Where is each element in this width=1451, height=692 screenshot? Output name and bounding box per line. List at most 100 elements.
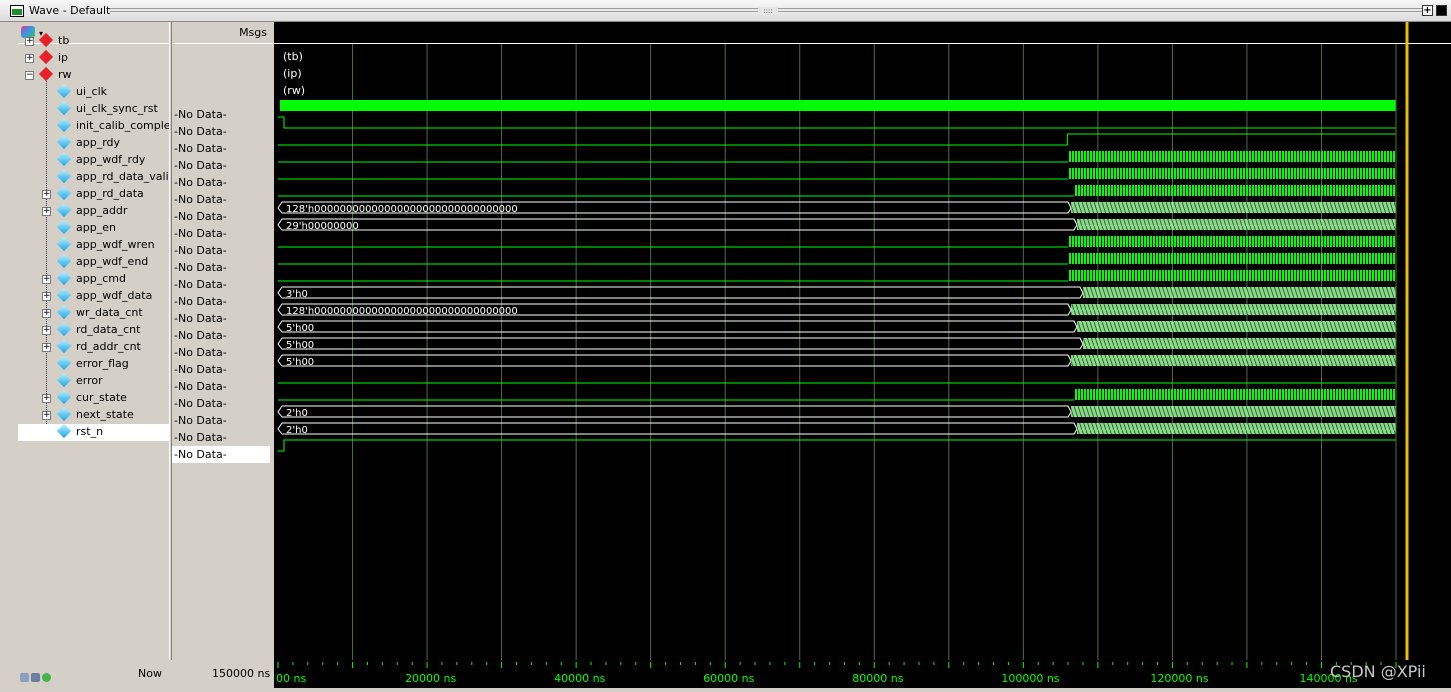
wave-wr_data_cnt[interactable]: 5'h00 bbox=[277, 320, 1396, 334]
cursor-icon[interactable] bbox=[20, 673, 29, 682]
expand-toggle-icon[interactable]: + bbox=[42, 292, 51, 301]
signal-row[interactable]: + cur_state bbox=[18, 389, 169, 407]
signal-row[interactable]: + rd_addr_cnt bbox=[18, 338, 169, 356]
left-gutter bbox=[0, 22, 18, 688]
wave-app_cmd[interactable]: 3'h0 bbox=[277, 286, 1396, 300]
expand-toggle-icon[interactable]: + bbox=[42, 309, 51, 318]
signal-icon bbox=[56, 117, 72, 133]
wave-rst_n[interactable] bbox=[278, 439, 1396, 452]
signal-row[interactable]: + wr_data_cnt bbox=[18, 304, 169, 322]
wave-ui_clk_sync_rst[interactable] bbox=[278, 116, 1396, 129]
signal-name: app_addr bbox=[76, 204, 128, 217]
ruler-label: 40000 ns bbox=[554, 672, 605, 685]
signal-row[interactable]: app_rd_data_valid bbox=[18, 168, 170, 186]
signal-name: app_rd_data_valid bbox=[76, 170, 170, 183]
group-row-tb[interactable]: + tb bbox=[18, 32, 169, 50]
wave-cur_state[interactable]: 2'h0 bbox=[277, 405, 1396, 419]
expand-toggle-icon[interactable]: + bbox=[42, 326, 51, 335]
signal-row[interactable]: ui_clk bbox=[18, 83, 169, 101]
bus-value: 2'h0 bbox=[286, 408, 308, 419]
dock-icon[interactable] bbox=[1436, 5, 1447, 16]
wave-app_wdf_end[interactable] bbox=[278, 270, 1396, 282]
wave-rd_addr_cnt[interactable]: 5'h00 bbox=[277, 354, 1396, 368]
signal-row[interactable]: app_wdf_rdy bbox=[18, 151, 169, 169]
ruler-label: 120000 ns bbox=[1150, 672, 1208, 685]
signal-row[interactable]: error_flag bbox=[18, 355, 169, 373]
expand-toggle-icon[interactable]: + bbox=[25, 54, 34, 63]
expand-toggle-icon[interactable]: + bbox=[42, 411, 51, 420]
signal-row[interactable]: init_calib_complete bbox=[18, 117, 169, 135]
instance-icon bbox=[38, 49, 54, 65]
wave-ui_clk[interactable] bbox=[280, 100, 1396, 111]
signal-row[interactable]: app_en bbox=[18, 219, 169, 237]
group-row-rw[interactable]: − rw bbox=[18, 66, 169, 84]
signal-icon bbox=[56, 151, 72, 167]
bus-value: 29'h00000000 bbox=[286, 221, 359, 232]
wave-init_calib_complete[interactable] bbox=[278, 133, 1396, 146]
signal-row[interactable]: + app_rd_data bbox=[18, 185, 169, 203]
signal-msg: -No Data- bbox=[174, 278, 227, 291]
bus-value: 128'h00000000000000000000000000000000 bbox=[286, 204, 518, 215]
signal-row[interactable]: + app_wdf_data bbox=[18, 287, 169, 305]
signal-msg: -No Data- bbox=[174, 312, 227, 325]
signal-row[interactable]: app_wdf_end bbox=[18, 253, 169, 271]
signal-icon bbox=[56, 253, 72, 269]
expand-toggle-icon[interactable]: − bbox=[25, 71, 34, 80]
signal-msg: -No Data- bbox=[174, 244, 227, 257]
wave-app_rdy[interactable] bbox=[278, 151, 1396, 163]
signal-row[interactable]: ui_clk_sync_rst bbox=[18, 100, 169, 118]
time-ruler[interactable]: 00 ns 20000 ns 40000 ns 60000 ns 80000 ns 100… bbox=[274, 660, 1451, 688]
instance-icon bbox=[38, 66, 54, 82]
expand-toggle-icon[interactable]: + bbox=[42, 190, 51, 199]
waveform-canvas[interactable]: (tb) (ip) (rw) 128'h00000000000000000000000… bbox=[274, 22, 1451, 660]
signal-row[interactable]: app_rdy bbox=[18, 134, 169, 152]
wave-app_rd_data[interactable]: 128'h00000000000000000000000000000000 bbox=[277, 201, 1396, 215]
wave-rd_data_cnt[interactable]: 5'h00 bbox=[277, 337, 1396, 351]
group-wave-label: (ip) bbox=[283, 67, 302, 80]
wave-app_wdf_wren[interactable] bbox=[278, 253, 1396, 265]
signal-msg: -No Data- bbox=[174, 380, 227, 393]
signal-row[interactable]: app_wdf_wren bbox=[18, 236, 169, 254]
signal-msg: -No Data- bbox=[174, 108, 227, 121]
signal-msg: -No Data- bbox=[174, 329, 227, 342]
waveform-pane[interactable]: (tb) (ip) (rw) 128'h00000000000000000000000… bbox=[274, 22, 1451, 660]
signal-name: app_rdy bbox=[76, 136, 121, 149]
signal-msg: -No Data- bbox=[174, 346, 227, 359]
time-ruler-canvas[interactable]: 00 ns 20000 ns 40000 ns 60000 ns 80000 ns 100… bbox=[274, 660, 1451, 688]
signal-name: error bbox=[76, 374, 103, 387]
signal-msg: -No Data- bbox=[174, 227, 227, 240]
group-row-ip[interactable]: + ip bbox=[18, 49, 169, 67]
signal-icon bbox=[56, 372, 72, 388]
expand-toggle-icon[interactable]: + bbox=[42, 275, 51, 284]
add-cursor-icon[interactable] bbox=[42, 673, 51, 682]
signal-name: wr_data_cnt bbox=[76, 306, 143, 319]
signal-row[interactable]: + app_cmd bbox=[18, 270, 169, 288]
wave-error[interactable] bbox=[278, 389, 1396, 401]
ruler-label: 80000 ns bbox=[852, 672, 903, 685]
signal-row[interactable]: error bbox=[18, 372, 169, 390]
add-icon[interactable]: + bbox=[1422, 5, 1433, 16]
lock-cursor-icon[interactable] bbox=[31, 673, 40, 682]
expand-toggle-icon[interactable]: + bbox=[42, 207, 51, 216]
window-title: Wave - Default bbox=[29, 4, 111, 17]
ruler-label: 60000 ns bbox=[703, 672, 754, 685]
wave-app_wdf_rdy[interactable] bbox=[278, 168, 1396, 180]
wave-app_rd_data_valid[interactable] bbox=[278, 185, 1396, 197]
signal-row[interactable]: rst_n bbox=[18, 423, 169, 441]
wave-next_state[interactable]: 2'h0 bbox=[277, 422, 1396, 436]
signal-row[interactable]: + rd_data_cnt bbox=[18, 321, 169, 339]
expand-toggle-icon[interactable]: + bbox=[42, 394, 51, 403]
cursor-tools[interactable] bbox=[20, 667, 53, 686]
signal-name: rd_addr_cnt bbox=[76, 340, 141, 353]
signal-icon bbox=[56, 338, 72, 354]
wave-app_addr[interactable]: 29'h00000000 bbox=[277, 218, 1396, 232]
expand-toggle-icon[interactable]: + bbox=[42, 343, 51, 352]
titlebar-grip-handle[interactable]: :::: bbox=[758, 7, 778, 15]
signal-row[interactable]: + app_addr bbox=[18, 202, 169, 220]
signal-name: app_wdf_end bbox=[76, 255, 149, 268]
wave-app_en[interactable] bbox=[278, 236, 1396, 248]
wave-app_wdf_data[interactable]: 128'h00000000000000000000000000000000 bbox=[277, 303, 1396, 317]
signal-row[interactable]: + next_state bbox=[18, 406, 169, 424]
expand-toggle-icon[interactable]: + bbox=[25, 37, 34, 46]
ruler-label: 20000 ns bbox=[405, 672, 456, 685]
